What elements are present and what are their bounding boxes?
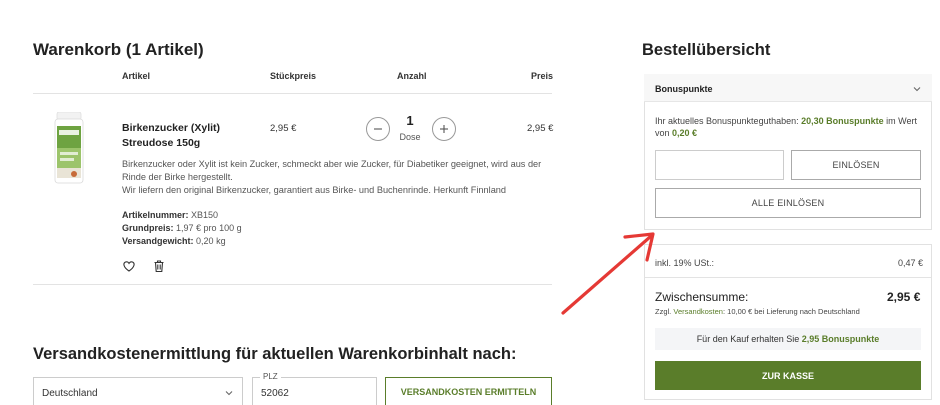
trash-icon <box>154 260 164 273</box>
plz-label: PLZ <box>260 372 281 381</box>
remove-item-button[interactable] <box>152 259 166 273</box>
country-value: Deutschland <box>42 388 98 399</box>
shipping-cost-link[interactable]: Versandkosten <box>673 307 723 316</box>
vat-value: 0,47 € <box>898 258 924 268</box>
bonus-header-label: Bonuspunkte <box>655 84 713 94</box>
plz-value: 52062 <box>261 388 289 399</box>
unit-price: 2,95 € <box>270 123 297 134</box>
product-description: Birkenzucker oder Xylit ist kein Zucker,… <box>122 158 554 197</box>
country-select[interactable]: Deutschland <box>33 377 243 405</box>
minus-icon <box>374 128 382 130</box>
earn-prefix: Für den Kauf erhalten Sie <box>696 334 800 344</box>
shipping-note-suffix: : 10,00 € bei Lieferung nach Deutschland <box>722 307 860 316</box>
column-header-quantity: Anzahl <box>397 71 427 81</box>
column-header-unit-price: Stückpreis <box>270 71 317 81</box>
plz-input[interactable]: 52062 <box>252 377 377 405</box>
calculate-shipping-button[interactable]: VERSANDKOSTEN ERMITTELN <box>385 377 552 405</box>
subtotal-label: Zwischensumme: <box>655 290 749 304</box>
description-origin: Wir liefern den original Birkenzucker, g… <box>122 185 507 195</box>
bonus-points-input[interactable] <box>655 150 784 180</box>
bonus-balance-text: Ihr aktuelles Bonuspunkteguthaben: 20,30… <box>655 115 925 139</box>
weight-label: Versandgewicht: <box>122 236 194 246</box>
line-price: 2,95 € <box>527 123 554 134</box>
sku-value: XB150 <box>191 210 219 220</box>
decrease-quantity-button[interactable] <box>366 117 390 141</box>
heart-icon <box>123 261 135 272</box>
subtotal-value: 2,95 € <box>887 290 921 304</box>
product-image[interactable] <box>52 112 86 186</box>
shipping-calc-title: Versandkostenermittlung für aktuellen Wa… <box>33 345 517 363</box>
base-price-line: Grundpreis: 1,97 € pro 100 g <box>122 223 242 233</box>
chevron-down-icon[interactable] <box>912 84 922 94</box>
item-divider <box>33 284 552 285</box>
redeem-all-button[interactable]: ALLE EINLÖSEN <box>655 188 921 218</box>
base-price-label: Grundpreis: <box>122 223 174 233</box>
weight-line: Versandgewicht: 0,20 kg <box>122 236 226 246</box>
order-summary-title: Bestellübersicht <box>642 41 771 59</box>
redeem-button[interactable]: EINLÖSEN <box>791 150 921 180</box>
base-price-value: 1,97 € pro 100 g <box>176 223 242 233</box>
earn-points-box: Für den Kauf erhalten Sie 2,95 Bonuspunk… <box>655 328 921 350</box>
weight-value: 0,20 kg <box>196 236 226 246</box>
bonus-value: 0,20 € <box>672 128 698 138</box>
product-name[interactable]: Birkenzucker (Xylit) Streudose 150g <box>122 121 252 151</box>
checkout-button[interactable]: ZUR KASSE <box>655 361 921 390</box>
bonus-points: 20,30 Bonuspunkte <box>801 116 884 126</box>
cart-title: Warenkorb (1 Artikel) <box>33 40 204 59</box>
earn-points: 2,95 Bonuspunkte <box>801 334 880 344</box>
quantity-value[interactable]: 1 <box>402 113 418 128</box>
column-header-price: Preis <box>531 71 554 81</box>
bonus-text-prefix: Ihr aktuelles Bonuspunkteguthaben: <box>655 116 799 126</box>
quantity-unit: Dose <box>399 132 421 142</box>
header-divider <box>33 93 552 94</box>
totals-divider <box>645 277 931 278</box>
column-header-article: Artikel <box>122 71 151 81</box>
annotation-arrow-icon <box>561 232 655 315</box>
shipping-cost-note: Zzgl. Versandkosten: 10,00 € bei Lieferu… <box>655 307 860 316</box>
description-text: Birkenzucker oder Xylit ist kein Zucker,… <box>122 159 542 182</box>
plus-icon <box>440 125 448 133</box>
sku-label: Artikelnummer: <box>122 210 189 220</box>
wishlist-button[interactable] <box>122 259 136 273</box>
increase-quantity-button[interactable] <box>432 117 456 141</box>
chevron-down-icon <box>225 391 233 396</box>
sku-line: Artikelnummer: XB150 <box>122 210 218 220</box>
